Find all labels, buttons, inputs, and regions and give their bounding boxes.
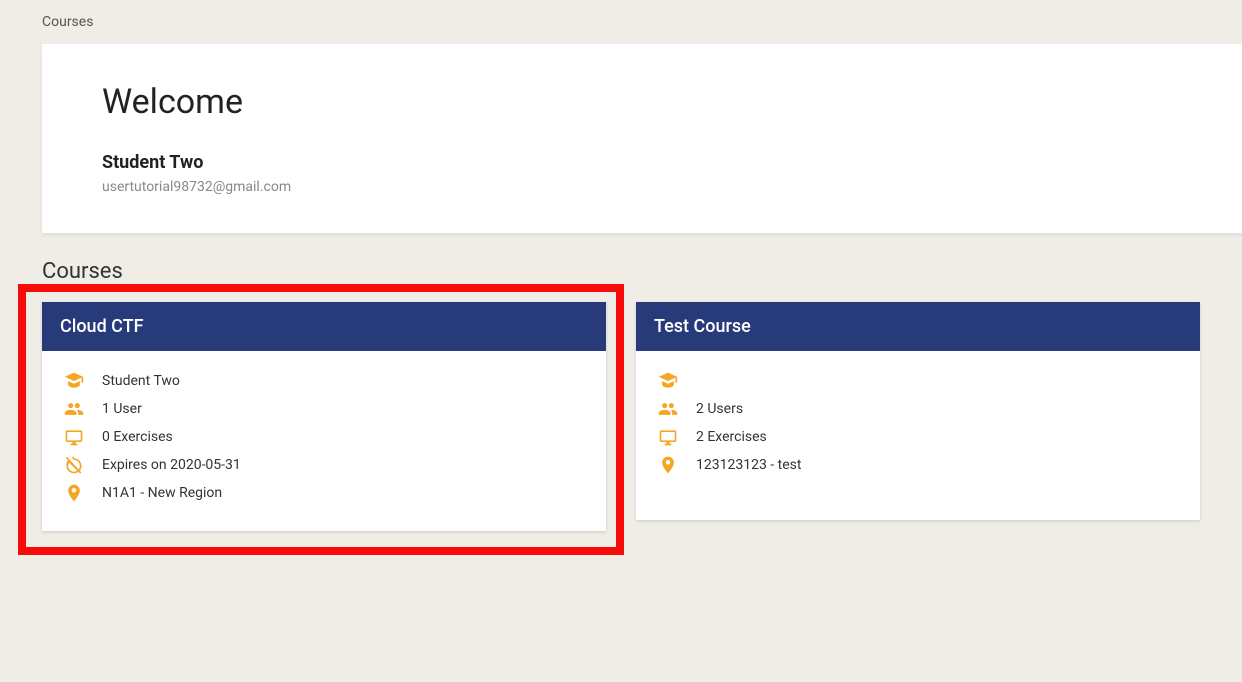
course-line: N1A1 - New Region [64,483,584,503]
users-icon [658,399,678,419]
user-email: usertutorial98732@gmail.com [102,179,1182,195]
course-line-text: 0 Exercises [102,429,173,445]
course-line-text: Expires on 2020-05-31 [102,457,241,473]
course-line: Expires on 2020-05-31 [64,455,584,475]
courses-row: Cloud CTF Student Two 1 User 0 Exercises… [0,302,1242,531]
location-pin-icon [658,455,678,475]
monitor-icon [658,427,678,447]
course-wrap: Test Course 2 Users 2 Exercises 12312312… [636,302,1200,531]
welcome-card: Welcome Student Two usertutorial98732@gm… [42,44,1242,233]
course-line: 123123123 - test [658,455,1178,475]
course-line-text: 1 User [102,401,142,417]
course-line [658,371,1178,391]
course-line-text: N1A1 - New Region [102,485,222,501]
course-line: Student Two [64,371,584,391]
course-wrap: Cloud CTF Student Two 1 User 0 Exercises… [42,302,606,531]
course-line: 2 Users [658,399,1178,419]
welcome-title: Welcome [102,82,1182,122]
course-body: Student Two 1 User 0 Exercises Expires o… [42,351,606,531]
course-card[interactable]: Test Course 2 Users 2 Exercises 12312312… [636,302,1200,520]
users-icon [64,399,84,419]
breadcrumb[interactable]: Courses [0,0,1242,44]
graduation-cap-icon [658,371,678,391]
course-line: 2 Exercises [658,427,1178,447]
courses-section-title: Courses [42,259,1242,284]
course-body: 2 Users 2 Exercises 123123123 - test [636,351,1200,503]
course-card[interactable]: Cloud CTF Student Two 1 User 0 Exercises… [42,302,606,531]
course-title: Test Course [636,302,1200,351]
course-line-text: Student Two [102,373,180,389]
location-pin-icon [64,483,84,503]
course-line-text: 2 Exercises [696,429,767,445]
course-title: Cloud CTF [42,302,606,351]
course-line-text: 123123123 - test [696,457,801,473]
alarm-off-icon [64,455,84,475]
user-name: Student Two [102,152,1182,173]
monitor-icon [64,427,84,447]
course-line: 1 User [64,399,584,419]
graduation-cap-icon [64,371,84,391]
course-line: 0 Exercises [64,427,584,447]
course-line-text: 2 Users [696,401,743,417]
